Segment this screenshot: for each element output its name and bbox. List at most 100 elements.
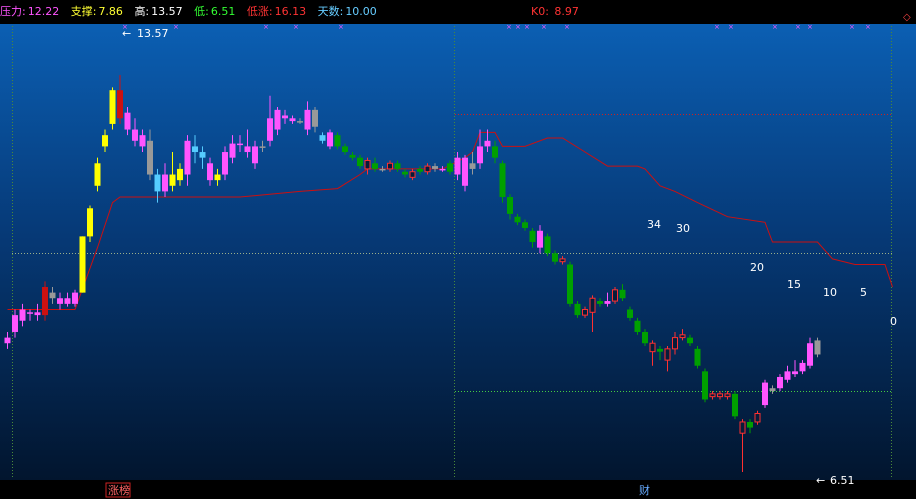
candle	[327, 129, 333, 150]
candle-body	[612, 289, 618, 302]
candle-body	[567, 264, 573, 304]
bottom-label-cai[interactable]: 财	[639, 483, 650, 497]
tick-mark: ×	[173, 23, 179, 31]
k0-indicator: K0: 8.97	[531, 0, 581, 24]
candle-body	[687, 337, 693, 344]
candle-body	[777, 376, 783, 389]
support-label: 支撑:	[70, 5, 97, 18]
high-value: 13.57	[151, 5, 183, 18]
tick-mark: ×	[263, 23, 269, 31]
tick-mark: ×	[564, 23, 570, 31]
candle-body	[42, 286, 48, 316]
days-label: 天数:	[317, 5, 344, 18]
candle-body	[12, 315, 18, 332]
svg-text:财: 财	[639, 483, 650, 497]
countdown-label: 15	[787, 278, 801, 291]
svg-text:←: ←	[816, 474, 825, 487]
svg-text:涨榜: 涨榜	[108, 483, 130, 497]
candle-body	[117, 90, 123, 119]
candle-body	[289, 118, 296, 122]
candle-body	[4, 337, 11, 344]
candle-body	[94, 163, 101, 186]
candle-body	[649, 342, 656, 353]
candle-body	[342, 146, 348, 153]
candle-body	[27, 312, 33, 314]
candle-body	[124, 112, 131, 130]
countdown-label: 30	[676, 222, 690, 235]
candle-body	[237, 143, 243, 146]
candle	[42, 281, 48, 321]
candle-body	[207, 163, 213, 181]
lowrise-label: 低涨:	[246, 5, 273, 18]
candle-body	[642, 331, 648, 344]
candle-body	[814, 340, 821, 355]
candle-body	[387, 162, 393, 170]
tick-mark: ×	[338, 23, 344, 31]
countdown-label: 10	[823, 286, 837, 299]
candle-body	[132, 129, 138, 141]
candle-body	[372, 163, 378, 169]
candle-body	[154, 174, 161, 192]
support-value: 7.86	[98, 5, 123, 18]
plot-background	[0, 24, 916, 480]
candle-body	[552, 253, 558, 262]
candle-body	[619, 289, 626, 299]
tick-mark: ×	[541, 23, 547, 31]
candle-body	[597, 301, 603, 304]
candle-body	[529, 230, 536, 243]
countdown-label: 20	[750, 261, 764, 274]
candle-body	[409, 171, 416, 178]
candle-body	[784, 371, 791, 380]
candle-body	[454, 157, 461, 175]
candle	[567, 261, 573, 307]
tick-mark: ×	[515, 23, 521, 31]
candle-body	[492, 146, 498, 158]
candle	[732, 391, 738, 420]
candle-body	[679, 334, 686, 339]
candle-body	[327, 132, 333, 147]
candle-body	[664, 348, 671, 361]
candle-body	[604, 301, 611, 304]
low-marker-value: 6.51	[830, 474, 855, 487]
bottom-bar	[0, 480, 916, 499]
candle-body	[447, 163, 453, 172]
candle-body	[349, 154, 356, 158]
candle-body	[792, 371, 798, 375]
candle-body	[589, 297, 596, 313]
days-value: 10.00	[345, 5, 377, 18]
candle-body	[79, 236, 86, 293]
candle-body	[769, 388, 776, 392]
candle-body	[657, 348, 663, 352]
candlestick-chart: × × × × × × × × × × × × × × × × × ← 13.57 ← 6.51 34 30 2…	[0, 0, 916, 499]
candle-body	[799, 362, 806, 372]
candle-body	[439, 168, 446, 171]
tick-mark: ×	[506, 23, 512, 31]
svg-text:←: ←	[122, 27, 131, 40]
candle-body	[267, 118, 273, 141]
tick-mark: ×	[772, 23, 778, 31]
candle-body	[762, 382, 768, 406]
candle-body	[724, 393, 731, 398]
indicator-bar: 压力: 12.22 支撑: 7.86 高: 13.57 低: 6.51 低涨: 16.13…	[0, 0, 916, 24]
bottom-label-zhangbang[interactable]: 涨榜	[105, 482, 131, 498]
candle-body	[469, 163, 476, 169]
candle-body	[634, 320, 641, 332]
candle-body	[807, 343, 813, 366]
candle-body	[304, 109, 311, 130]
candle-body	[432, 166, 438, 169]
candle-body	[274, 109, 281, 130]
candle	[702, 368, 708, 403]
candle	[814, 337, 821, 358]
candle-body	[102, 135, 108, 147]
candle-body	[507, 197, 513, 214]
candle-body	[72, 292, 78, 304]
candle-body	[739, 421, 746, 434]
countdown-label: 5	[860, 286, 867, 299]
candle-body	[169, 174, 176, 186]
candle-body	[694, 348, 701, 366]
candle-body	[402, 171, 408, 175]
candle-body	[732, 393, 738, 417]
candle-body	[709, 393, 716, 398]
chart-window: × × × × × × × × × × × × × × × × × ← 13.57 ← 6.51 34 30 2…	[0, 0, 916, 499]
candle	[499, 160, 506, 203]
